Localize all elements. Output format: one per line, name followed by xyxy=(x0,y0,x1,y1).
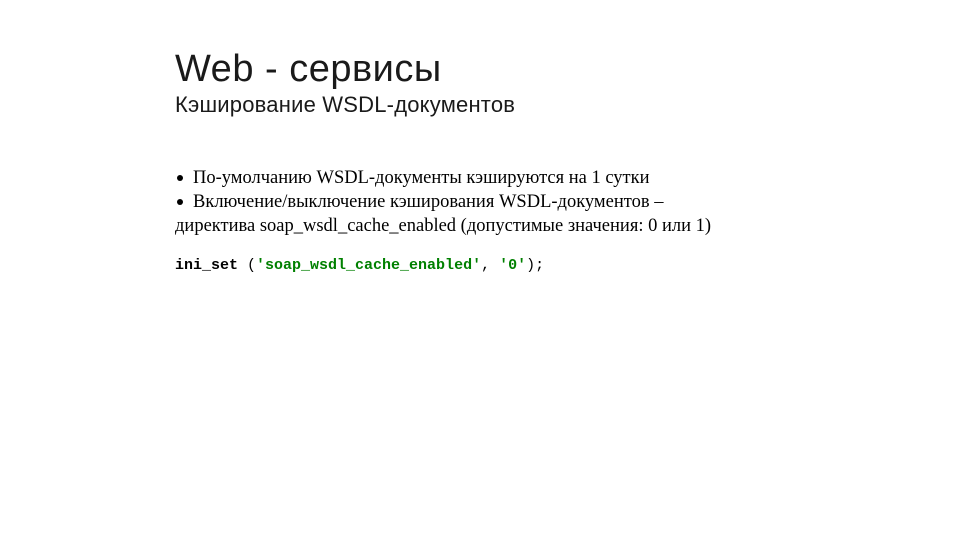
bullet-text: Включение/выключение кэширования WSDL-до… xyxy=(193,192,663,212)
list-item: По-умолчанию WSDL-документы кэшируются н… xyxy=(175,166,815,190)
code-close-paren: ); xyxy=(526,257,544,274)
code-string-arg: '0' xyxy=(499,257,526,274)
code-string-arg: 'soap_wsdl_cache_enabled' xyxy=(256,257,481,274)
bullet-text: По-умолчанию WSDL-документы кэшируются н… xyxy=(193,168,650,188)
code-comma: , xyxy=(481,257,499,274)
code-snippet: ini_set ('soap_wsdl_cache_enabled', '0')… xyxy=(175,256,815,276)
bullet-icon xyxy=(177,175,183,181)
bullet-continuation: директива soap_wsdl_cache_enabled (допус… xyxy=(175,214,815,238)
slide: Web - сервисы Кэширование WSDL-документо… xyxy=(0,0,960,540)
code-open-paren: ( xyxy=(238,257,256,274)
bullet-list: По-умолчанию WSDL-документы кэшируются н… xyxy=(175,166,815,238)
slide-title: Web - сервисы xyxy=(175,50,960,90)
bullet-icon xyxy=(177,199,183,205)
slide-subtitle: Кэширование WSDL-документов xyxy=(175,92,960,118)
list-item: Включение/выключение кэширования WSDL-до… xyxy=(175,190,815,214)
slide-body: По-умолчанию WSDL-документы кэшируются н… xyxy=(175,166,815,276)
code-function: ini_set xyxy=(175,257,238,274)
